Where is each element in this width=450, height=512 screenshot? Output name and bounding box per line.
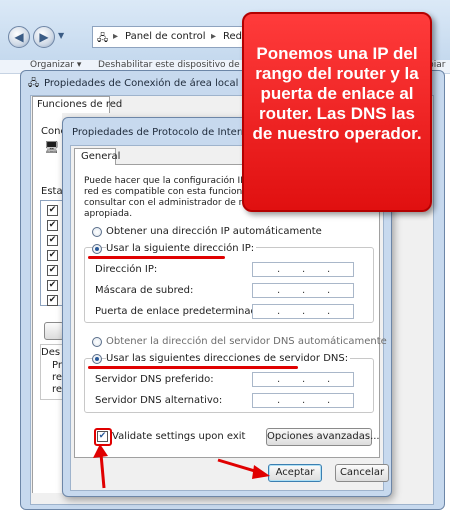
ip-octet-separator: . — [327, 306, 331, 317]
arrow-to-checkbox-icon — [93, 444, 108, 489]
description-label: Des — [41, 347, 61, 358]
ip-address-label: Dirección IP: — [95, 264, 158, 275]
ip-address-field[interactable]: ... — [252, 262, 354, 277]
validate-settings-label[interactable]: Validate settings upon exit — [112, 431, 245, 442]
recent-pages-dropdown-icon[interactable]: ▼ — [58, 31, 64, 40]
organize-menu[interactable]: Organizar ▾ — [30, 60, 81, 70]
description-line: Pr — [52, 360, 62, 371]
install-button[interactable] — [44, 322, 64, 340]
ip-octet-separator: . — [327, 264, 331, 275]
highlight-underline — [88, 256, 225, 259]
alternate-dns-label: Servidor DNS alternativo: — [95, 395, 223, 406]
component-checkbox[interactable]: ✔ — [47, 265, 58, 276]
highlight-underline — [88, 366, 298, 369]
ip-octet-separator: . — [277, 306, 281, 317]
default-gateway-field[interactable]: ... — [252, 304, 354, 319]
description-line: re — [52, 384, 63, 395]
ip-octet-separator: . — [277, 285, 281, 296]
ip-octet-separator: . — [302, 374, 306, 385]
back-arrow-icon[interactable]: ◀ — [8, 26, 30, 48]
description-line: re — [52, 372, 63, 383]
obtain-dns-auto-radio[interactable] — [92, 337, 102, 347]
preferred-dns-field[interactable]: ... — [252, 372, 354, 387]
back-dialog-title: Propiedades de Conexión de área local — [44, 78, 239, 89]
preferred-dns-label: Servidor DNS preferido: — [95, 374, 214, 385]
cancel-button[interactable]: Cancelar — [335, 464, 389, 482]
component-checkbox[interactable]: ✔ — [47, 205, 58, 216]
ip-octet-separator: . — [302, 306, 306, 317]
ip-octet-separator: . — [277, 395, 281, 406]
ip-octet-separator: . — [302, 285, 306, 296]
obtain-dns-auto-label[interactable]: Obtener la dirección del servidor DNS au… — [106, 336, 387, 347]
ip-octet-separator: . — [327, 285, 331, 296]
ip-octet-separator: . — [302, 395, 306, 406]
component-checkbox[interactable]: ✔ — [47, 235, 58, 246]
network-adapter-icon: 🖧 — [28, 78, 40, 89]
components-label: Esta — [41, 186, 63, 197]
ip-octet-separator: . — [327, 395, 331, 406]
breadcrumb-control-panel[interactable]: Panel de control — [125, 31, 206, 42]
ip-octet-separator: . — [327, 374, 331, 385]
component-checkbox[interactable]: ✔ — [47, 295, 58, 306]
default-gateway-label: Puerta de enlace predeterminada: — [95, 306, 267, 317]
intro-text-line: Puede hacer que la configuración IP se a — [84, 176, 268, 186]
tab-networking-label: Funciones de red — [37, 99, 123, 110]
subnet-mask-label: Máscara de subred: — [95, 285, 194, 296]
ip-octet-separator: . — [302, 264, 306, 275]
forward-arrow-icon[interactable]: ▶ — [33, 26, 55, 48]
component-checkbox[interactable]: ✔ — [47, 220, 58, 231]
alternate-dns-field[interactable]: ... — [252, 393, 354, 408]
network-folder-icon: 🖧 — [97, 33, 109, 44]
intro-text-line: consultar con el administrador de red cu — [84, 198, 267, 208]
intro-text-line: apropiada. — [84, 209, 133, 219]
breadcrumb-chevron-icon[interactable]: ▸ — [211, 31, 216, 42]
annotation-callout-text: Ponemos una IP del rango del router y la… — [252, 44, 422, 143]
obtain-ip-auto-label[interactable]: Obtener una dirección IP automáticamente — [106, 226, 322, 237]
use-following-ip-radio[interactable] — [92, 244, 102, 254]
ip-octet-separator: . — [277, 374, 281, 385]
use-following-ip-label[interactable]: Usar la siguiente dirección IP: — [106, 243, 257, 254]
obtain-ip-auto-radio[interactable] — [92, 227, 102, 237]
disable-device-command[interactable]: Deshabilitar este dispositivo de red — [98, 60, 257, 70]
component-checkbox[interactable]: ✔ — [47, 280, 58, 291]
adapter-icon: 🖥 — [44, 140, 60, 154]
tab-general-label: General — [81, 151, 121, 162]
tab-general[interactable]: General — [74, 148, 120, 165]
component-checkbox[interactable]: ✔ — [47, 250, 58, 261]
use-following-dns-radio[interactable] — [92, 354, 102, 364]
breadcrumb-chevron-icon[interactable]: ▸ — [113, 31, 118, 42]
advanced-options-button[interactable]: Opciones avanzadas... — [266, 428, 380, 446]
tab-networking[interactable]: Funciones de red — [32, 96, 122, 113]
arrow-to-accept-icon — [217, 458, 270, 479]
ip-octet-separator: . — [277, 264, 281, 275]
accept-button[interactable]: Aceptar — [268, 464, 322, 482]
use-following-dns-label[interactable]: Usar las siguientes direcciones de servi… — [106, 353, 351, 364]
subnet-mask-field[interactable]: ... — [252, 283, 354, 298]
